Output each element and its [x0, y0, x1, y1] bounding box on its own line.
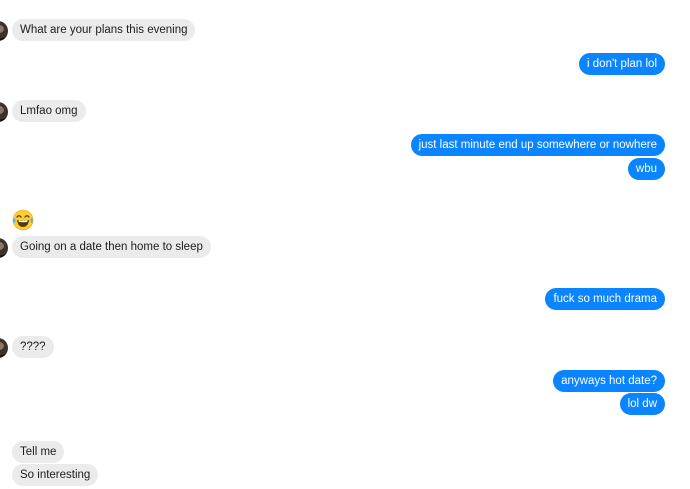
incoming-message[interactable]: Going on a date then home to sleep: [12, 236, 211, 258]
contact-avatar[interactable]: [0, 338, 8, 358]
tears-of-joy-emoji[interactable]: [12, 209, 34, 231]
incoming-message[interactable]: Lmfao omg: [12, 100, 86, 122]
outgoing-message[interactable]: i don't plan lol: [579, 53, 665, 75]
contact-avatar[interactable]: [0, 238, 8, 258]
outgoing-message[interactable]: fuck so much drama: [545, 288, 665, 310]
contact-avatar[interactable]: [0, 102, 8, 122]
incoming-message[interactable]: So interesting: [12, 464, 99, 486]
outgoing-message[interactable]: anyways hot date?: [553, 370, 665, 392]
outgoing-message[interactable]: lol dw: [619, 393, 665, 415]
incoming-message[interactable]: What are your plans this evening: [12, 19, 196, 41]
incoming-message[interactable]: Tell me: [12, 441, 65, 463]
contact-avatar[interactable]: [0, 21, 8, 41]
outgoing-message[interactable]: just last minute end up somewhere or now…: [410, 134, 665, 156]
outgoing-message[interactable]: wbu: [627, 158, 665, 180]
incoming-message[interactable]: ????: [12, 336, 54, 358]
